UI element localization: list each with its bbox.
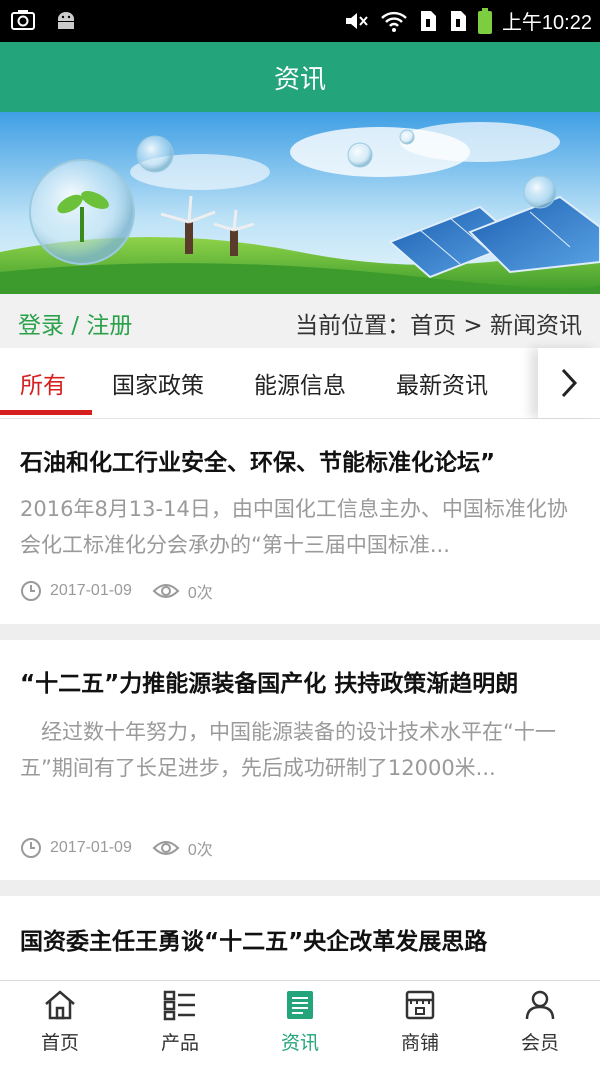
android-icon xyxy=(58,12,74,29)
nav-shop[interactable]: 商铺 xyxy=(380,989,460,1055)
list-item[interactable]: “十二五”力推能源装备国产化 扶持政策渐趋明朗 经过数十年努力，中国能源装备的设… xyxy=(0,640,600,880)
list-item[interactable]: 国资委主任王勇谈“十二五”央企改革发展思路 xyxy=(0,896,600,980)
tab-energy-info[interactable]: 能源信息 xyxy=(254,366,346,400)
article-title[interactable]: 石油和化工行业安全、环保、节能标准化论坛” xyxy=(20,443,580,477)
category-tabs: 所有 国家政策 能源信息 最新资讯 xyxy=(0,348,600,419)
status-bar: 上午10:22 xyxy=(0,0,600,42)
screenshot-icon xyxy=(11,10,35,30)
nav-member[interactable]: 会员 xyxy=(500,989,580,1055)
list-item[interactable]: 石油和化工行业安全、环保、节能标准化论坛” 2016年8月13-14日，由中国化… xyxy=(0,419,600,624)
article-meta: 2017-01-09 0次 xyxy=(20,579,213,603)
breadcrumb: 当前位置：首页 > 新闻资讯 xyxy=(295,313,582,339)
divider xyxy=(0,880,600,896)
eye-icon xyxy=(152,841,180,855)
clock-icon xyxy=(21,838,41,858)
banner-illustration xyxy=(0,112,600,294)
article-views: 0次 xyxy=(187,842,213,859)
article-summary: 经过数十年努力，中国能源装备的设计技术水平在“十一五”期间有了长足进步，先后成功… xyxy=(20,720,556,780)
article-views: 0次 xyxy=(187,585,213,602)
nav-shop-label: 商铺 xyxy=(400,1032,439,1054)
article-date: 2017-01-09 xyxy=(50,582,132,599)
article-date: 2017-01-09 xyxy=(50,839,132,856)
mute-icon xyxy=(345,12,368,29)
article-summary: 2016年8月13-14日，由中国化工信息主办、中国标准化协会化工标准化分会承办… xyxy=(20,497,568,557)
page-title: 资讯 xyxy=(273,64,326,95)
nav-news-label: 资讯 xyxy=(280,1032,319,1054)
home-icon xyxy=(45,990,75,1020)
nav-products[interactable]: 产品 xyxy=(140,989,220,1055)
banner-image[interactable] xyxy=(0,112,600,294)
nav-member-label: 会员 xyxy=(520,1032,559,1054)
app-bar: 资讯 xyxy=(0,42,600,112)
divider xyxy=(0,624,600,640)
location-bar: 登录 / 注册 当前位置：首页 > 新闻资讯 xyxy=(0,294,600,348)
tab-national-policy[interactable]: 国家政策 xyxy=(112,366,204,400)
bottom-navigation: 首页 产品 资讯 商铺 会员 xyxy=(0,980,600,1068)
active-tab-indicator xyxy=(0,410,92,415)
chevron-right-icon xyxy=(561,368,578,398)
eye-icon xyxy=(152,584,180,598)
clock-icon xyxy=(21,581,41,601)
wifi-icon xyxy=(381,11,407,32)
sim-card-icon xyxy=(450,10,466,31)
article-title[interactable]: “十二五”力推能源装备国产化 扶持政策渐趋明朗 xyxy=(20,664,580,698)
nav-products-label: 产品 xyxy=(160,1032,199,1054)
member-icon xyxy=(525,990,555,1020)
article-title[interactable]: 国资委主任王勇谈“十二五”央企改革发展思路 xyxy=(20,922,580,956)
nav-home[interactable]: 首页 xyxy=(20,989,100,1055)
tab-latest-news[interactable]: 最新资讯 xyxy=(396,366,488,400)
sim-card-icon xyxy=(420,10,436,31)
article-meta: 2017-01-09 0次 xyxy=(20,836,213,860)
login-register-link[interactable]: 登录 / 注册 xyxy=(18,306,132,340)
tab-all[interactable]: 所有 xyxy=(20,366,66,400)
product-list-icon xyxy=(163,990,195,1021)
battery-icon xyxy=(477,7,492,34)
news-icon xyxy=(287,991,313,1019)
nav-home-label: 首页 xyxy=(40,1032,79,1054)
shop-icon xyxy=(405,990,435,1020)
status-time: 上午10:22 xyxy=(501,12,592,34)
tabs-scroll-right-button[interactable] xyxy=(538,348,600,418)
nav-news[interactable]: 资讯 xyxy=(260,989,340,1055)
